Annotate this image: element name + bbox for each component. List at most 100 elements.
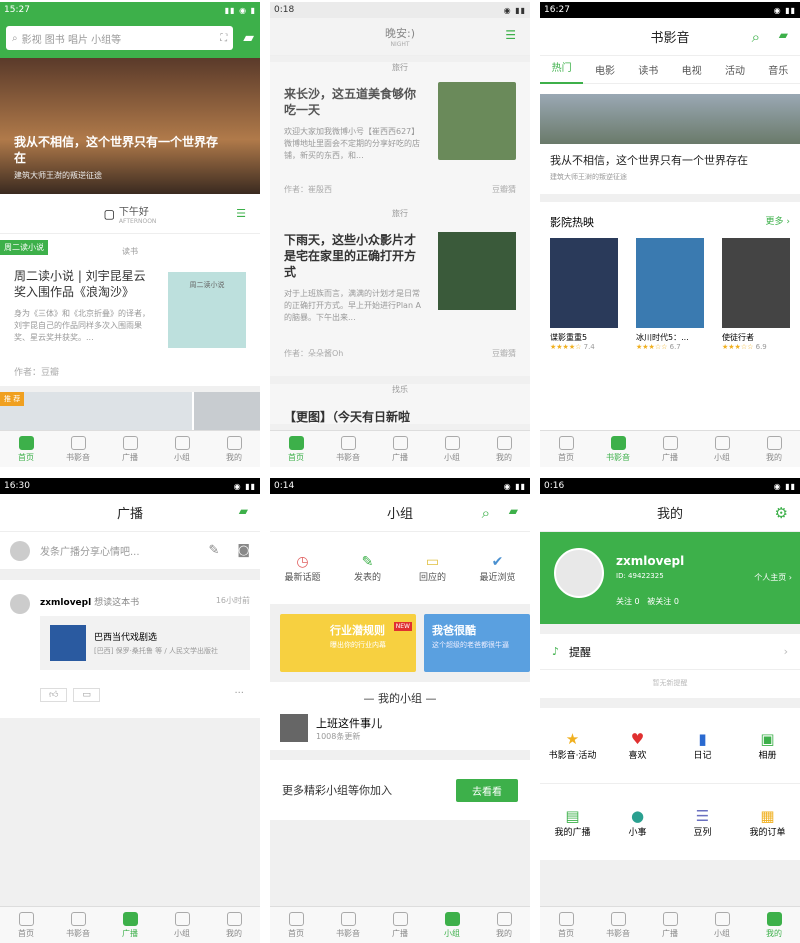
tab-mine[interactable]: 我的 (748, 907, 800, 943)
status-time: 0:16 (544, 481, 565, 491)
tab-group[interactable]: 小组 (696, 431, 748, 467)
message-icon[interactable]: ▰ (509, 504, 518, 518)
tab-broadcast[interactable]: 广播 (104, 431, 156, 467)
reminder-section[interactable]: ♪ 提醒 › 暂无新提醒 (540, 634, 800, 698)
hero-subtitle: 建筑大师王澍的叛逆征途 (550, 173, 627, 181)
tab-home[interactable]: 首页 (270, 907, 322, 943)
tab-group[interactable]: 小组 (696, 907, 748, 943)
avatar (554, 548, 604, 598)
grid-album[interactable]: ▣ 相册 (735, 730, 800, 761)
following-count[interactable]: 关注 0 (616, 597, 640, 606)
list-icon[interactable]: ☰ (236, 207, 246, 220)
grid-doulist[interactable]: ☰ 豆列 (670, 807, 735, 838)
tab-home[interactable]: 首页 (0, 431, 52, 467)
book-attachment[interactable]: 巴西当代戏剧选 [巴西] 保罗·桑托鲁 等 / 人民文学出版社 (40, 616, 250, 670)
hero-image[interactable] (540, 94, 800, 144)
tab-group[interactable]: 小组 (156, 431, 208, 467)
tab-hot[interactable]: 热门 (540, 56, 584, 84)
tab-media[interactable]: 书影音 (52, 907, 104, 943)
tab-group[interactable]: 小组 (156, 907, 208, 943)
tab-movie[interactable]: 电影 (583, 62, 626, 77)
latest-topics-button[interactable]: ◷ 最新话题 (270, 554, 335, 583)
banner-industry[interactable]: 行业潜规则 NEW 曝出你的行业内幕 (280, 614, 416, 672)
movie-card[interactable]: 谍影重重5 ★★★★☆ 7.4 (550, 238, 618, 351)
tab-home[interactable]: 首页 (0, 907, 52, 943)
status-bar: 16:27 ◉ ▮▮ (540, 2, 800, 18)
tab-mine[interactable]: 我的 (208, 431, 260, 467)
tab-label: 首页 (288, 452, 304, 462)
tab-broadcast[interactable]: 广播 (104, 907, 156, 943)
message-icon[interactable]: ▰ (779, 28, 788, 42)
tab-media[interactable]: 书影音 (592, 907, 644, 943)
tab-mine[interactable]: 我的 (208, 907, 260, 943)
grid-my-broadcast[interactable]: ▤ 我的广播 (540, 807, 605, 838)
tab-broadcast[interactable]: 广播 (374, 907, 426, 943)
hero-banner[interactable]: 我从不相信，这个世界只有一个世界存在 建筑大师王澍的叛逆征途 (0, 58, 260, 194)
tab-home[interactable]: 首页 (540, 907, 592, 943)
profile-banner[interactable]: zxmlovepl ID: 49422325 个人主页 › 关注 0 被关注 0 (540, 532, 800, 624)
pen-icon[interactable]: ✎ (208, 543, 219, 558)
tab-media[interactable]: 书影音 (592, 431, 644, 467)
person-icon (226, 911, 242, 926)
camera-icon[interactable]: ◙ (237, 543, 250, 558)
message-icon[interactable]: ▰ (243, 30, 254, 46)
username[interactable]: zxmlovepl (40, 598, 91, 608)
list-icon: ▤ (565, 806, 580, 825)
hero-text[interactable]: 我从不相信，这个世界只有一个世界存在 建筑大师王澍的叛逆征途 (540, 144, 800, 202)
grid-media-event[interactable]: ★ 书影音·活动 (540, 730, 605, 761)
tab-broadcast[interactable]: 广播 (374, 431, 426, 467)
grid-likes[interactable]: ♥ 喜欢 (605, 730, 670, 761)
go-button[interactable]: 去看看 (456, 778, 518, 802)
replied-button[interactable]: ▭ 回应的 (400, 554, 465, 583)
group-avatar (280, 714, 308, 742)
grid-small-things[interactable]: ● 小事 (605, 807, 670, 838)
homepage-link[interactable]: 个人主页 › (754, 572, 792, 583)
compose-bar[interactable]: 发条广播分享心情吧... ✎ ◙ (0, 532, 260, 570)
movie-card[interactable]: 使徒行者 ★★★☆☆ 6.9 (722, 238, 790, 351)
movie-rating: ★★★☆☆ 6.9 (722, 343, 790, 351)
tab-music[interactable]: 音乐 (757, 62, 800, 77)
tab-media[interactable]: 书影音 (322, 431, 374, 467)
list-icon[interactable]: ☰ (505, 28, 516, 42)
grid-orders[interactable]: ▦ 我的订单 (735, 807, 800, 838)
tab-mine[interactable]: 我的 (478, 431, 530, 467)
tab-home[interactable]: 首页 (540, 431, 592, 467)
search-icon[interactable]: ⌕ (482, 504, 490, 522)
tab-media[interactable]: 书影音 (52, 431, 104, 467)
gear-icon[interactable]: ⚙ (775, 504, 788, 522)
scan-icon[interactable]: ⛶ (220, 33, 227, 44)
more-link[interactable]: 更多 › (766, 214, 790, 230)
tab-book[interactable]: 读书 (627, 62, 670, 77)
movie-card[interactable]: 冰川时代5：... ★★★☆☆ 6.7 (636, 238, 704, 351)
tab-group[interactable]: 小组 (426, 431, 478, 467)
tab-group[interactable]: 小组 (426, 907, 478, 943)
search-input[interactable]: ⌕ 影视 图书 唱片 小组等 ⛶ (6, 26, 234, 50)
tab-broadcast[interactable]: 广播 (644, 907, 696, 943)
status-card[interactable]: zxmlovepl 想读这本书 16小时前 巴西当代戏剧选 [巴西] 保罗·桑托鲁… (0, 580, 260, 718)
no-reminder-text: 暂无新提醒 (652, 679, 688, 687)
banner-dad[interactable]: 我爸很酷 这个超级的老爸都很牛逼 (424, 614, 530, 672)
tab-media[interactable]: 书影音 (322, 907, 374, 943)
tab-tv[interactable]: 电视 (670, 62, 713, 77)
person-icon (496, 911, 512, 926)
grid-label: 豆列 (693, 827, 712, 838)
recent-button[interactable]: ✔ 最近浏览 (465, 554, 530, 583)
followers-count[interactable]: 被关注 0 (647, 597, 679, 606)
tab-mine[interactable]: 我的 (748, 431, 800, 467)
group-item[interactable]: 上班这件事儿 1008条更新 (280, 714, 520, 742)
search-icon[interactable]: ⌕ (752, 28, 760, 46)
tab-mine[interactable]: 我的 (478, 907, 530, 943)
tab-broadcast[interactable]: 广播 (644, 431, 696, 467)
article-card-2[interactable]: 旅行 下雨天，这些小众影片才是宅在家里的正确打开方式 对于上班族而言，满满的计划… (270, 208, 530, 376)
article-card-3[interactable]: 找乐 【更图】（今天有日新啦 (270, 384, 530, 424)
tab-home[interactable]: 首页 (270, 431, 322, 467)
grid-diary[interactable]: ▮ 日记 (670, 730, 735, 761)
posted-button[interactable]: ✎ 发表的 (335, 554, 400, 583)
message-icon[interactable]: ▰ (239, 504, 248, 518)
bell-icon: ♪ (552, 645, 560, 658)
comment-button[interactable]: ▭ (73, 688, 100, 702)
like-button[interactable]: 👍︎ (40, 688, 68, 702)
tab-event[interactable]: 活动 (713, 62, 756, 77)
more-icon[interactable]: ··· (234, 688, 244, 699)
article-card[interactable]: 周二读小说 读书 周二读小说 | 刘宇昆星云奖入围作品《浪淘沙》 身为《三体》和… (0, 240, 260, 392)
